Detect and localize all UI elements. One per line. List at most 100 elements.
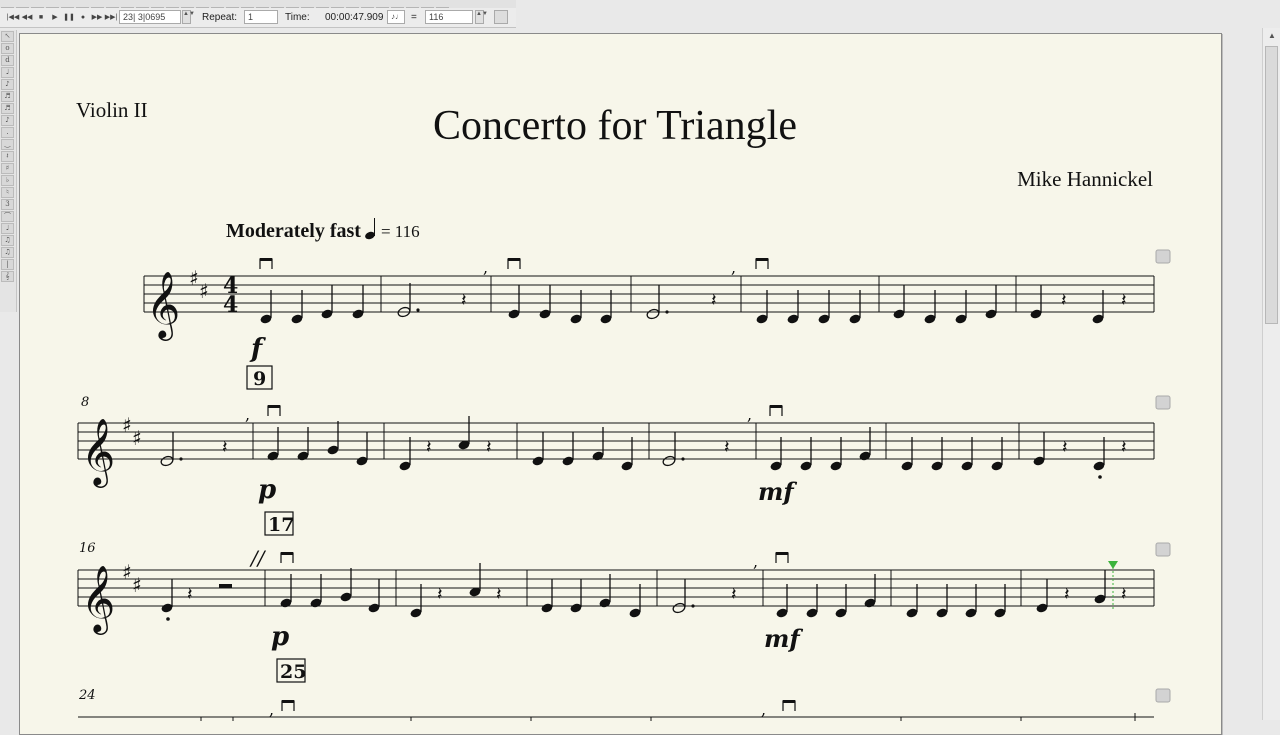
metronome-icon[interactable] — [494, 10, 508, 24]
score-page: Violin II Concerto for Triangle Mike Han… — [19, 33, 1222, 735]
staff-lines — [144, 275, 1154, 313]
rewind-icon[interactable]: ◀◀ — [20, 11, 34, 24]
rehearsal-mark: 17 — [268, 514, 294, 536]
play-icon[interactable]: ▶ — [48, 11, 62, 24]
breath-mark-icon: , — [761, 700, 766, 719]
repeat-label: Repeat: — [202, 12, 238, 23]
pause-icon[interactable]: ❚❚ — [62, 11, 76, 24]
rest-icon[interactable]: 𝄽 — [1, 151, 14, 162]
quarter-rest-icon: 𝄽 — [437, 584, 443, 605]
quarter-rest-icon: 𝄽 — [486, 437, 492, 458]
note[interactable] — [160, 455, 174, 467]
quarter-rest-icon: 𝄽 — [1064, 584, 1070, 605]
note[interactable] — [662, 455, 676, 467]
tempo-spinner[interactable]: ▲▼ — [475, 10, 488, 24]
vertical-scrollbar[interactable]: ▲ — [1262, 28, 1280, 720]
whole-note-icon[interactable]: o — [1, 43, 14, 54]
measure-3-notes — [508, 285, 612, 324]
treble-clef-icon: 𝄞 — [81, 564, 115, 635]
voice-icon[interactable]: ♩ — [1, 223, 14, 234]
breath-mark-icon: , — [483, 258, 488, 277]
measure-2-notes: 𝄽 — [397, 283, 467, 318]
treble-clef-icon: 𝄞 — [81, 417, 115, 488]
time-display: 00:00:47.909 — [325, 12, 384, 23]
quarter-rest-icon: 𝄽 — [426, 437, 432, 458]
lock-icon[interactable] — [1155, 249, 1171, 264]
fast-forward-icon[interactable]: ▶▶ — [90, 11, 104, 24]
key-signature-sharp-icon: ♯ — [122, 413, 132, 437]
note-tools-palette: ↖ o d ♩ ♪ ♬ ♬ ♪ . ‿ 𝄽 ♯ ♭ ♮ 3 ⌒ ♩ ♫ ♫ | … — [0, 30, 17, 312]
clef-icon[interactable]: 𝄞 — [1, 271, 14, 282]
tie-icon[interactable]: ‿ — [1, 139, 14, 150]
flat-icon[interactable]: ♭ — [1, 175, 14, 186]
caesura-icon: // — [249, 546, 267, 570]
beam-icon[interactable]: ♫ — [1, 247, 14, 258]
breath-mark-icon: , — [269, 700, 274, 719]
natural-icon[interactable]: ♮ — [1, 187, 14, 198]
articulations — [281, 700, 796, 711]
note[interactable] — [646, 308, 660, 320]
repeat-select[interactable]: 1 — [244, 10, 278, 24]
tempo-field[interactable]: 116 — [425, 10, 473, 24]
dot-icon[interactable]: . — [1, 127, 14, 138]
sharp-icon[interactable]: ♯ — [1, 163, 14, 174]
measure-spinner[interactable]: ▲▼ — [182, 10, 195, 24]
dynamic-marking: mf — [758, 477, 797, 506]
quarter-rest-icon: 𝄽 — [724, 437, 730, 458]
measure-7-notes: 𝄽 𝄽 — [1030, 285, 1127, 324]
slur-icon[interactable]: ⌒ — [1, 211, 14, 222]
measure-6-notes — [893, 285, 997, 324]
playback-toolbar: |◀◀ ◀◀ ■ ▶ ❚❚ ● ▶▶ ▶▶| 23| 3|0695 ▲▼ Rep… — [0, 8, 516, 28]
staff-system-1: 𝄞 ♯ ♯ 4 4 𝄽 𝄽 𝄽 𝄽 , , f 9 — [143, 249, 1171, 390]
record-icon[interactable]: ● — [76, 11, 90, 24]
stem-icon[interactable]: | — [1, 259, 14, 270]
tuplet-icon[interactable]: 3 — [1, 199, 14, 210]
music-staff-area[interactable]: 𝄞 ♯ ♯ 4 4 𝄽 𝄽 𝄽 𝄽 , , f 9 8 𝄞 ♯ ♯ 𝄽 𝄽 𝄽 … — [20, 34, 1221, 734]
scrollbar-thumb[interactable] — [1265, 46, 1278, 324]
articulations — [259, 258, 769, 269]
quarter-rest-icon: 𝄽 — [711, 290, 717, 311]
articulations — [280, 552, 789, 563]
quarter-rest-icon: 𝄽 — [731, 584, 737, 605]
thirty-second-note-icon[interactable]: ♬ — [1, 103, 14, 114]
stop-icon[interactable]: ■ — [34, 11, 48, 24]
forward-end-icon[interactable]: ▶▶| — [104, 11, 118, 24]
breath-mark-icon: , — [245, 405, 250, 424]
rewind-start-icon[interactable]: |◀◀ — [6, 11, 20, 24]
staff-system-2: 8 𝄞 ♯ ♯ 𝄽 𝄽 𝄽 𝄽 𝄽 𝄽 , , p mf 17 — [77, 395, 1171, 536]
beat-unit-button[interactable]: ♪♩ — [387, 10, 405, 24]
workspace-background — [1228, 28, 1262, 720]
dynamic-marking: mf — [764, 624, 803, 653]
quarter-rest-icon: 𝄽 — [187, 584, 193, 605]
quarter-rest-icon: 𝄽 — [461, 290, 467, 311]
quarter-note-icon[interactable]: ♩ — [1, 67, 14, 78]
staff-lines — [78, 422, 1154, 460]
sixteenth-note-icon[interactable]: ♬ — [1, 91, 14, 102]
chord-icon[interactable]: ♫ — [1, 235, 14, 246]
eighth-note-icon[interactable]: ♪ — [1, 79, 14, 90]
lock-icon[interactable] — [1155, 395, 1171, 410]
key-signature-sharp-icon: ♯ — [122, 560, 132, 584]
scroll-up-icon[interactable]: ▲ — [1263, 28, 1280, 44]
lock-icon[interactable] — [1155, 542, 1171, 557]
note[interactable] — [672, 602, 686, 614]
half-note-icon[interactable]: d — [1, 55, 14, 66]
measure-position-field[interactable]: 23| 3|0695 — [119, 10, 181, 24]
select-tool-icon[interactable]: ↖ — [1, 31, 14, 42]
measure-number: 24 — [78, 688, 96, 703]
measure-5-notes — [756, 290, 861, 324]
staff-lines — [78, 569, 1154, 607]
lock-icon[interactable] — [1155, 688, 1171, 703]
quarter-rest-icon: 𝄽 — [1062, 437, 1068, 458]
measure-number: 8 — [81, 395, 89, 410]
dynamic-marking: p — [271, 622, 289, 652]
dynamic-marking: p — [258, 475, 276, 505]
treble-clef-icon: 𝄞 — [146, 270, 180, 341]
breath-mark-icon: , — [753, 552, 758, 571]
rehearsal-mark: 25 — [280, 661, 306, 683]
grace-note-icon[interactable]: ♪ — [1, 115, 14, 126]
transport-controls: |◀◀ ◀◀ ■ ▶ ❚❚ ● ▶▶ ▶▶| — [6, 11, 118, 24]
time-label: Time: — [285, 12, 310, 23]
quarter-rest-icon: 𝄽 — [222, 437, 228, 458]
half-rest-icon — [219, 584, 232, 588]
